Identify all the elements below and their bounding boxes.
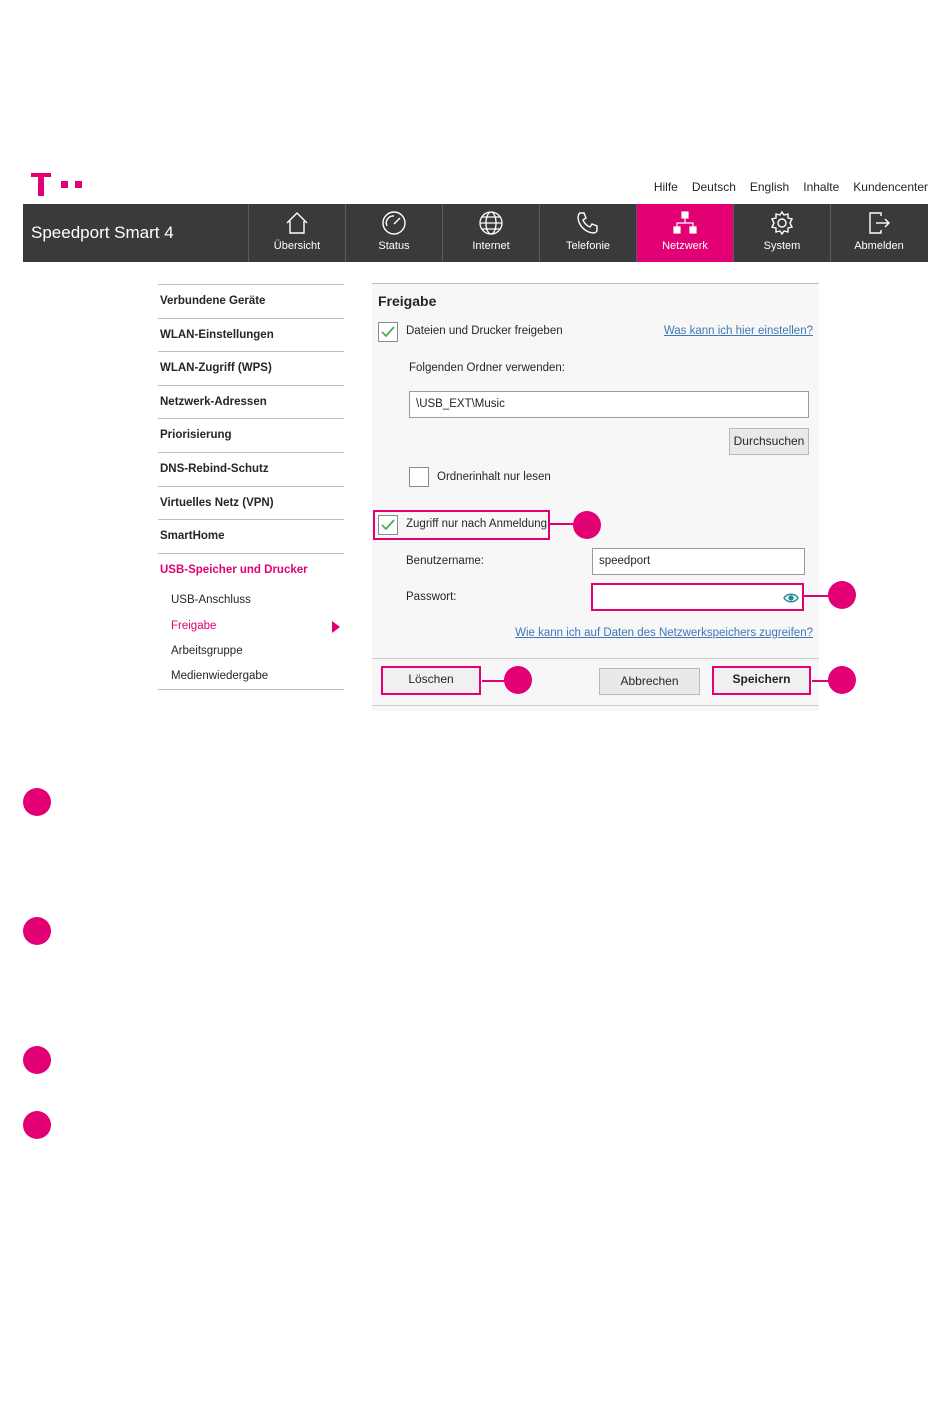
checkmark-icon	[381, 519, 395, 531]
nav-internet[interactable]: Internet	[442, 204, 539, 262]
legend-marker	[23, 1046, 51, 1074]
sidebar-item-priorisierung[interactable]: Priorisierung	[158, 418, 344, 452]
sidebar-sub-medienwiedergabe[interactable]: Medienwiedergabe	[158, 664, 344, 689]
nav-system[interactable]: System	[733, 204, 830, 262]
home-icon	[286, 212, 308, 234]
logo-dot	[61, 181, 68, 188]
language-deutsch-link[interactable]: Deutsch	[692, 180, 736, 194]
sub-item-label: USB-Anschluss	[171, 594, 251, 607]
sidebar-item-dns-rebind[interactable]: DNS-Rebind-Schutz	[158, 451, 344, 486]
sidebar-item-netzwerk-adressen[interactable]: Netzwerk-Adressen	[158, 384, 344, 419]
sidebar-item-wlan-zugriff[interactable]: WLAN-Zugriff (WPS)	[158, 351, 344, 385]
globe-icon	[479, 211, 503, 235]
nav-label: System	[763, 240, 801, 252]
sidebar-sub-usb-anschluss[interactable]: USB-Anschluss	[158, 588, 344, 613]
checkmark-icon	[381, 326, 395, 338]
username-label: Benutzername:	[406, 555, 484, 567]
sidebar-item-verbundene-geraete[interactable]: Verbundene Geräte	[158, 284, 344, 318]
nav-status[interactable]: Status	[345, 204, 442, 262]
folder-label: Folgenden Ordner verwenden:	[409, 362, 565, 374]
login-required-label: Zugriff nur nach Anmeldung	[406, 518, 548, 530]
username-input[interactable]: speedport	[592, 548, 805, 575]
help-link[interactable]: Hilfe	[654, 180, 678, 194]
save-button[interactable]: Speichern	[714, 668, 809, 693]
callout-marker	[828, 581, 856, 609]
sub-item-label: Medienwiedergabe	[171, 669, 269, 682]
panel-divider	[372, 658, 819, 659]
sub-item-label: Arbeitsgruppe	[171, 644, 243, 657]
sub-item-label: Freigabe	[171, 619, 217, 632]
nav-label: Status	[378, 240, 410, 252]
sidebar-sub-arbeitsgruppe[interactable]: Arbeitsgruppe	[158, 639, 344, 664]
nav-label: Internet	[472, 240, 510, 252]
contents-link[interactable]: Inhalte	[803, 180, 839, 194]
logo-dot	[75, 181, 82, 188]
legend-marker	[23, 788, 51, 816]
nav-uebersicht[interactable]: Übersicht	[248, 204, 345, 262]
legend-marker	[23, 917, 51, 945]
main-navbar: Speedport Smart 4 Übersicht Status Inter…	[23, 204, 928, 262]
share-panel: Freigabe Dateien und Drucker freigeben W…	[372, 283, 819, 711]
readonly-checkbox[interactable]	[409, 467, 429, 487]
password-input[interactable]	[593, 585, 802, 609]
nav-abmelden[interactable]: Abmelden	[830, 204, 927, 262]
sidebar-item-smarthome[interactable]: SmartHome	[158, 519, 344, 553]
brand-title: Speedport Smart 4	[31, 223, 174, 242]
callout-marker	[504, 666, 532, 694]
callout-marker	[828, 666, 856, 694]
nav-label: Telefonie	[565, 240, 611, 252]
sidebar-item-wlan-einstellungen[interactable]: WLAN-Einstellungen	[158, 317, 344, 352]
language-english-link[interactable]: English	[750, 180, 789, 194]
telekom-logo	[31, 173, 87, 197]
callout-marker	[573, 511, 601, 539]
network-icon	[673, 211, 697, 234]
password-label: Passwort:	[406, 591, 457, 603]
folder-path-input[interactable]: \USB_EXT\Music	[409, 391, 809, 418]
eye-icon[interactable]	[783, 592, 799, 604]
sidebar-item-vpn[interactable]: Virtuelles Netz (VPN)	[158, 485, 344, 520]
nav-label: Übersicht	[273, 240, 321, 252]
sidebar-sub-list: USB-Anschluss Freigabe Arbeitsgruppe Med…	[158, 586, 344, 691]
sidebar: Verbundene Geräte WLAN-Einstellungen WLA…	[158, 284, 344, 691]
readonly-label: Ordnerinhalt nur lesen	[437, 471, 551, 483]
browse-button[interactable]: Durchsuchen	[729, 428, 809, 455]
arrow-right-icon	[332, 620, 340, 633]
share-files-checkbox[interactable]	[378, 322, 398, 342]
sidebar-item-usb-speicher[interactable]: USB-Speicher und Drucker	[158, 552, 344, 587]
top-links: Hilfe Deutsch English Inhalte Kundencent…	[654, 180, 928, 194]
share-files-label: Dateien und Drucker freigeben	[406, 325, 563, 337]
panel-bottom-divider	[372, 705, 819, 706]
sidebar-sub-freigabe[interactable]: Freigabe	[158, 614, 344, 639]
delete-button[interactable]: Löschen	[383, 668, 479, 693]
cancel-button[interactable]: Abbrechen	[599, 668, 700, 695]
gauge-icon	[382, 211, 406, 235]
logout-icon	[869, 212, 890, 234]
logo-t-stem	[38, 173, 44, 196]
gear-icon	[770, 210, 794, 236]
nav-telefonie[interactable]: Telefonie	[539, 204, 636, 262]
legend-marker	[23, 1111, 51, 1139]
help-settings-link[interactable]: Was kann ich hier einstellen?	[664, 325, 813, 337]
customer-center-link[interactable]: Kundencenter	[853, 180, 928, 194]
nav-netzwerk[interactable]: Netzwerk	[636, 204, 733, 262]
storage-access-link[interactable]: Wie kann ich auf Daten des Netzwerkspeic…	[515, 627, 813, 639]
phone-icon	[577, 212, 598, 234]
nav-label: Abmelden	[854, 240, 904, 252]
nav-label: Netzwerk	[662, 240, 708, 252]
login-required-checkbox[interactable]	[378, 515, 398, 535]
page-title: Freigabe	[378, 293, 437, 309]
